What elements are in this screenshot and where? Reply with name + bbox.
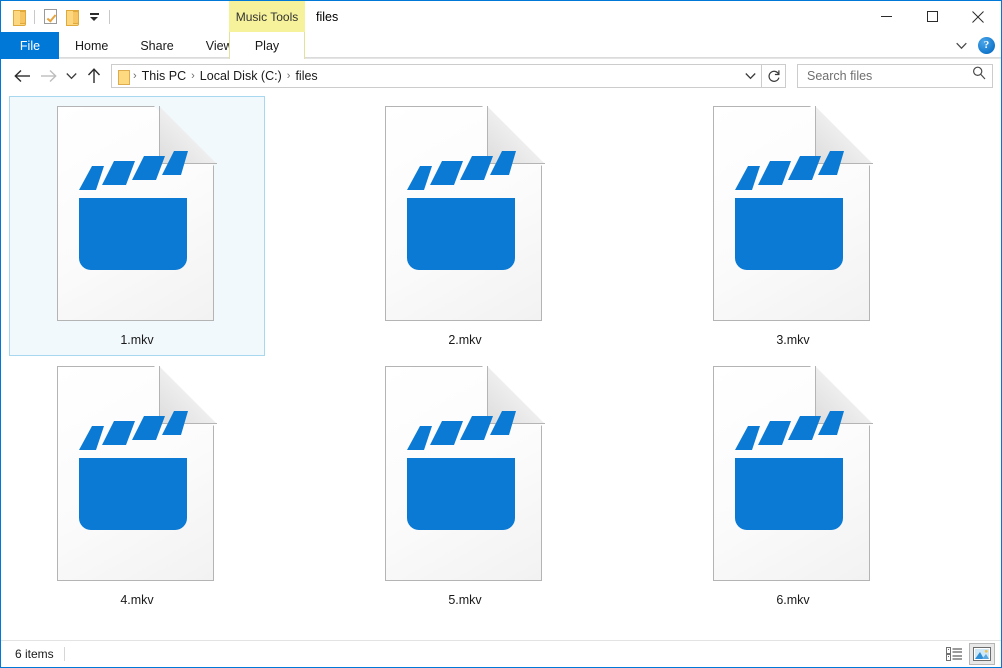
file-item[interactable]: 2.mkv bbox=[337, 96, 593, 356]
properties-icon[interactable] bbox=[39, 6, 61, 28]
new-folder-icon[interactable] bbox=[61, 6, 83, 28]
minimize-button[interactable] bbox=[863, 1, 909, 32]
large-icons-view-button[interactable] bbox=[969, 643, 995, 665]
mkv-video-file-icon bbox=[713, 106, 873, 322]
file-explorer-window: Music Tools files File Home Share View P… bbox=[0, 0, 1002, 668]
file-item[interactable]: 3.mkv bbox=[665, 96, 921, 356]
search-box[interactable] bbox=[797, 63, 993, 88]
contextual-tools-label: Music Tools bbox=[235, 9, 299, 24]
chevron-down-icon[interactable] bbox=[739, 65, 761, 87]
qat-separator-2 bbox=[109, 9, 110, 24]
file-name-label: 4.mkv bbox=[120, 593, 154, 607]
refresh-button[interactable] bbox=[762, 63, 786, 88]
quick-access-toolbar bbox=[1, 1, 114, 32]
file-name-label: 5.mkv bbox=[448, 593, 482, 607]
file-name-label: 6.mkv bbox=[776, 593, 810, 607]
mkv-video-file-icon bbox=[385, 366, 545, 582]
qat-separator-1 bbox=[34, 9, 35, 24]
maximize-button[interactable] bbox=[909, 1, 955, 32]
status-bar: 6 items bbox=[1, 640, 1001, 667]
file-item[interactable]: 1.mkv bbox=[9, 96, 265, 356]
search-icon[interactable] bbox=[972, 66, 986, 85]
address-bar: › This PC › Local Disk (C:) › files bbox=[1, 59, 1001, 93]
window-title: files bbox=[316, 9, 339, 24]
ribbon-right-controls: ? bbox=[953, 32, 995, 59]
mkv-video-file-icon bbox=[57, 366, 217, 582]
tab-play[interactable]: Play bbox=[229, 32, 305, 59]
file-item[interactable]: 5.mkv bbox=[337, 356, 593, 616]
forward-button[interactable] bbox=[35, 63, 61, 89]
title-bar: Music Tools files bbox=[1, 1, 1001, 32]
tab-home[interactable]: Home bbox=[59, 32, 124, 59]
file-name-label: 2.mkv bbox=[448, 333, 482, 347]
chevron-down-icon[interactable] bbox=[953, 38, 969, 54]
breadcrumb[interactable]: › This PC › Local Disk (C:) › files bbox=[111, 63, 762, 88]
file-item[interactable]: 4.mkv bbox=[9, 356, 265, 616]
search-input[interactable] bbox=[807, 68, 972, 83]
tab-share[interactable]: Share bbox=[124, 32, 189, 59]
folder-icon[interactable] bbox=[8, 6, 30, 28]
breadcrumb-item-this-pc[interactable]: This PC bbox=[138, 69, 190, 83]
item-count-label: 6 items bbox=[15, 647, 65, 661]
window-controls bbox=[863, 1, 1001, 32]
folder-icon bbox=[117, 69, 130, 85]
chevron-down-icon[interactable] bbox=[83, 6, 105, 28]
back-button[interactable] bbox=[9, 63, 35, 89]
file-item[interactable]: 6.mkv bbox=[665, 356, 921, 616]
clapperboard-icon bbox=[735, 411, 844, 530]
contextual-tools-header: Music Tools bbox=[229, 1, 305, 32]
help-icon[interactable]: ? bbox=[978, 37, 995, 54]
clapperboard-icon bbox=[735, 151, 844, 270]
mkv-video-file-icon bbox=[713, 366, 873, 582]
file-name-label: 1.mkv bbox=[120, 333, 154, 347]
clapperboard-icon bbox=[79, 411, 188, 530]
file-list-view[interactable]: 1.mkv 2.mkv 3.mkv 4.mkv 5.mkv 6.mkv bbox=[1, 93, 1001, 640]
file-name-label: 3.mkv bbox=[776, 333, 810, 347]
up-button[interactable] bbox=[81, 63, 107, 89]
clapperboard-icon bbox=[407, 411, 516, 530]
mkv-video-file-icon bbox=[385, 106, 545, 322]
file-grid: 1.mkv 2.mkv 3.mkv 4.mkv 5.mkv 6.mkv bbox=[9, 96, 1001, 616]
tab-file[interactable]: File bbox=[1, 32, 59, 59]
breadcrumb-item-local-disk[interactable]: Local Disk (C:) bbox=[196, 69, 286, 83]
mkv-video-file-icon bbox=[57, 106, 217, 322]
recent-locations-button[interactable] bbox=[61, 63, 81, 89]
breadcrumb-item-files[interactable]: files bbox=[291, 69, 321, 83]
clapperboard-icon bbox=[79, 151, 188, 270]
clapperboard-icon bbox=[407, 151, 516, 270]
details-view-button[interactable] bbox=[941, 643, 967, 665]
ribbon-tab-bar: File Home Share View Play ? bbox=[1, 32, 1001, 59]
close-button[interactable] bbox=[955, 1, 1001, 32]
